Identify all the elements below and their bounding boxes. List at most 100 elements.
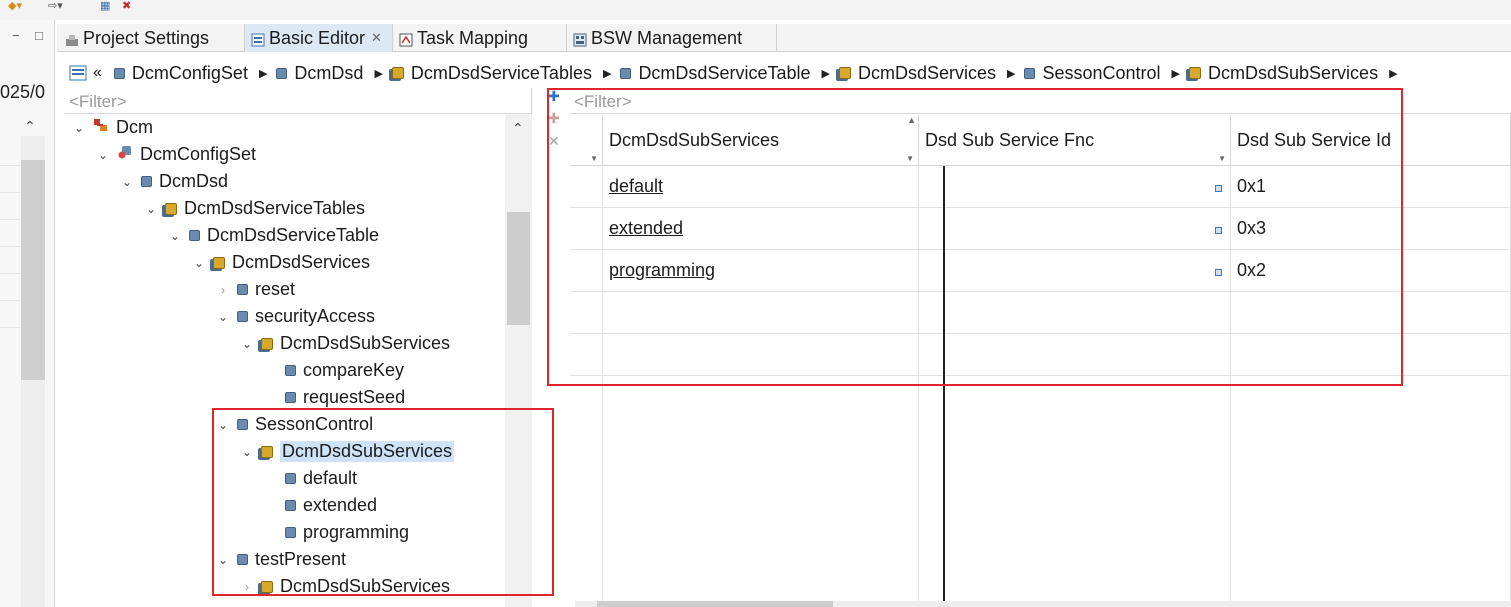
chevron-right-icon[interactable]: › <box>240 580 254 594</box>
breadcrumb-item[interactable]: DcmDsdServiceTables ▶ <box>391 63 611 84</box>
tree-node-testpresent-subservices[interactable]: › DcmDsdSubServices <box>240 573 450 600</box>
table-horizontal-scrollbar-thumb[interactable] <box>597 601 833 607</box>
breadcrumb-collapse-icon[interactable]: « <box>93 64 102 82</box>
back-icon[interactable]: ◆▾ <box>8 0 22 12</box>
tree-node-sessoncontrol-subservices[interactable]: ⌄ DcmDsdSubServices <box>240 438 455 465</box>
left-side-view: − □ 025/0 ⌃ <box>0 20 55 607</box>
tree-node-dcmdsdservicetables[interactable]: ⌄ DcmDsdServiceTables <box>144 195 365 222</box>
minimize-icon[interactable]: − <box>12 28 20 43</box>
tree-node-dcmdsd[interactable]: ⌄ DcmDsd <box>120 168 228 195</box>
filter-icon[interactable]: ▼ <box>1218 154 1226 163</box>
table-cell-name[interactable]: programming <box>603 250 919 292</box>
close-icon[interactable]: ✕ <box>371 30 382 46</box>
filter-icon[interactable]: ▼ <box>590 154 598 163</box>
maximize-icon[interactable]: □ <box>35 28 43 43</box>
column-header-name[interactable]: DcmDsdSubServices ▲ ▼ <box>603 115 919 166</box>
chevron-down-icon[interactable]: ⌄ <box>144 202 158 216</box>
chevron-down-icon[interactable]: ⌄ <box>216 418 230 432</box>
tree-node-dcmdsdservicetable[interactable]: ⌄ DcmDsdServiceTable <box>168 222 379 249</box>
wrench-icon <box>65 31 79 46</box>
scroll-up-icon[interactable]: ⌃ <box>24 118 36 135</box>
reference-picker-icon[interactable] <box>1215 227 1222 234</box>
column-header-fnc[interactable]: Dsd Sub Service Fnc ▼ <box>919 115 1231 166</box>
task-icon <box>399 31 413 47</box>
tree-node-requestseed[interactable]: requestSeed <box>264 384 405 411</box>
toolbar-action2-icon[interactable]: ✖ <box>122 0 131 12</box>
add-row-icon[interactable]: ✚ <box>548 88 560 105</box>
breadcrumb-item[interactable]: SessonControl ▶ <box>1024 63 1180 84</box>
chevron-down-icon[interactable]: ⌄ <box>192 256 206 270</box>
chevron-down-icon[interactable]: ⌄ <box>168 229 182 243</box>
chevron-down-icon[interactable]: ⌄ <box>96 148 110 162</box>
row-header[interactable] <box>570 250 603 292</box>
chevron-right-icon[interactable]: › <box>216 283 230 297</box>
outline-icon[interactable] <box>69 65 87 81</box>
add-child-icon[interactable]: ✚ <box>548 110 560 127</box>
reference-picker-icon[interactable] <box>1215 269 1222 276</box>
tab-basic-editor[interactable]: Basic Editor ✕ <box>245 24 393 52</box>
chevron-down-icon[interactable]: ⌄ <box>240 337 254 351</box>
reference-picker-icon[interactable] <box>1215 185 1222 192</box>
side-scrollbar-thumb[interactable] <box>21 160 45 380</box>
delete-row-icon[interactable]: ✕ <box>548 133 560 150</box>
breadcrumb: « DcmConfigSet ▶ DcmDsd ▶ DcmDsdServiceTab… <box>57 58 1511 88</box>
chevron-down-icon[interactable]: ⌄ <box>216 553 230 567</box>
empty-row <box>603 334 919 376</box>
tree-node-default[interactable]: default <box>264 465 357 492</box>
table-horizontal-scrollbar[interactable] <box>575 601 1511 607</box>
tab-label: BSW Management <box>591 27 743 48</box>
tree-node-dcmdsdservices[interactable]: ⌄ DcmDsdServices <box>192 249 370 276</box>
chevron-down-icon[interactable]: ⌄ <box>240 445 254 459</box>
tree-node-dcmconfigset[interactable]: ⌄ DcmConfigSet <box>96 141 256 168</box>
tree-node-securityaccess[interactable]: ⌄ securityAccess <box>216 303 375 330</box>
table-cell-name[interactable]: extended <box>603 208 919 250</box>
table-cell-id[interactable]: 0x1 <box>1231 166 1511 208</box>
tab-project-settings[interactable]: Project Settings <box>59 24 245 52</box>
scroll-up-icon[interactable]: ⌃ <box>512 120 524 137</box>
tree-node-testpresent[interactable]: ⌄ testPresent <box>216 546 346 573</box>
tab-task-mapping[interactable]: Task Mapping <box>393 24 567 52</box>
object-icon <box>237 311 248 322</box>
table-cell-name[interactable]: default <box>603 166 919 208</box>
row-header[interactable] <box>570 208 603 250</box>
tree-node-reset[interactable]: › reset <box>216 276 295 303</box>
toolbar-action-icon[interactable]: ▦ <box>100 0 110 12</box>
chevron-down-icon[interactable]: ⌄ <box>216 310 230 324</box>
chevron-right-icon: ▶ <box>374 67 383 80</box>
tree-node-comparekey[interactable]: compareKey <box>264 357 404 384</box>
tree-scrollbar[interactable]: ⌃ <box>505 114 532 607</box>
empty-row <box>919 292 1231 334</box>
table-cell-fnc[interactable] <box>919 208 1231 250</box>
column-header-id[interactable]: Dsd Sub Service Id <box>1231 115 1511 166</box>
tab-bsw-management[interactable]: BSW Management <box>567 24 777 52</box>
tree-node-sessoncontrol[interactable]: ⌄ SessonControl <box>216 411 373 438</box>
container-icon <box>261 337 273 350</box>
tree-node-securityaccess-subservices[interactable]: ⌄ DcmDsdSubServices <box>240 330 450 357</box>
chevron-down-icon[interactable]: ⌄ <box>120 175 134 189</box>
container-icon <box>261 580 273 593</box>
row-header[interactable] <box>570 166 603 208</box>
tree-node-dcm[interactable]: ⌄ Dcm <box>72 114 153 141</box>
breadcrumb-item[interactable]: DcmDsd ▶ <box>276 63 383 84</box>
table-cell-fnc[interactable] <box>919 166 1231 208</box>
tree-scrollbar-thumb[interactable] <box>507 212 530 325</box>
filter-icon[interactable]: ▼ <box>906 154 914 163</box>
chevron-right-icon: ▶ <box>1171 67 1181 80</box>
chevron-down-icon[interactable]: ⌄ <box>72 121 86 135</box>
column-divider[interactable] <box>943 166 945 607</box>
tree-filter-input[interactable]: <Filter> <box>64 90 532 114</box>
breadcrumb-item[interactable]: DcmDsdServiceTable ▶ <box>620 63 830 84</box>
forward-icon[interactable]: ⇨▾ <box>48 0 63 12</box>
table-cell-fnc[interactable] <box>919 250 1231 292</box>
table-cell-id[interactable]: 0x3 <box>1231 208 1511 250</box>
row-header-corner: ▼ <box>570 115 603 166</box>
tree-node-programming[interactable]: programming <box>264 519 409 546</box>
breadcrumb-item[interactable]: DcmDsdSubServices ▶ <box>1189 63 1398 84</box>
tree-node-extended[interactable]: extended <box>264 492 377 519</box>
sort-up-icon[interactable]: ▲ <box>907 115 916 125</box>
table-filter-input[interactable]: <Filter> <box>570 90 1511 114</box>
breadcrumb-item[interactable]: DcmConfigSet ▶ <box>113 63 267 84</box>
breadcrumb-item[interactable]: DcmDsdServices ▶ <box>838 63 1015 84</box>
table-cell-id[interactable]: 0x2 <box>1231 250 1511 292</box>
subservices-table-panel: ✚ ✚ ✕ <Filter> ▼ DcmDsdSubServices ▲ ▼ D… <box>545 88 1511 607</box>
